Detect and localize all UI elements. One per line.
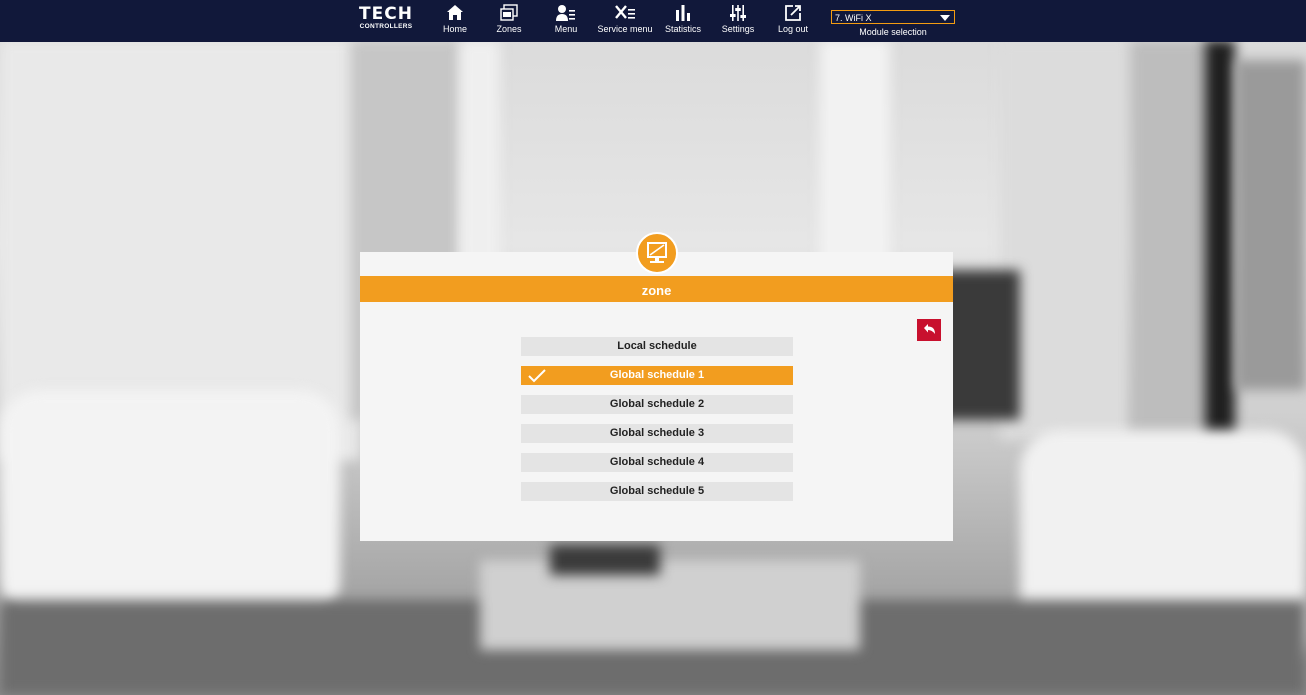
nav-service-menu[interactable]: Service menu: [597, 4, 653, 35]
monitor-icon: [636, 232, 678, 274]
nav-log-out[interactable]: Log out: [776, 4, 810, 35]
nav-log-out-label: Log out: [777, 24, 809, 34]
panel-title-bar: zone: [360, 276, 953, 302]
logout-icon: [785, 5, 801, 21]
nav-menu-label: Menu: [554, 24, 578, 34]
schedule-option-label: Global schedule 5: [609, 485, 705, 497]
schedule-option-global-1[interactable]: Global schedule 1: [521, 366, 793, 385]
schedule-option-global-5[interactable]: Global schedule 5: [521, 482, 793, 501]
checkmark-icon: [528, 369, 546, 383]
tools-icon: [615, 5, 635, 19]
nav-service-menu-label: Service menu: [597, 24, 653, 34]
nav-zones-label: Zones: [496, 24, 522, 34]
logo-name: TECH: [359, 4, 413, 24]
back-button[interactable]: [917, 319, 941, 341]
schedule-option-label: Local schedule: [617, 340, 697, 352]
nav-statistics-label: Statistics: [664, 24, 701, 34]
logo-subtitle: CONTROLLERS: [359, 23, 413, 30]
nav-menu[interactable]: Menu: [551, 4, 581, 35]
bar-chart-icon: [676, 5, 690, 21]
schedule-option-label: Global schedule 3: [609, 427, 705, 439]
user-menu-icon: [556, 5, 575, 21]
nav-zones[interactable]: Zones: [494, 4, 524, 35]
schedule-option-label: Global schedule 1: [609, 369, 705, 381]
zones-icon: [500, 4, 518, 21]
module-selection: 7. WiFi X Module selection: [831, 10, 955, 37]
panel-title: zone: [641, 283, 672, 298]
tech-logo: TECH CONTROLLERS: [356, 6, 416, 31]
schedule-option-global-2[interactable]: Global schedule 2: [521, 395, 793, 414]
home-icon: [447, 5, 463, 20]
sliders-icon: [730, 5, 746, 21]
schedule-option-global-4[interactable]: Global schedule 4: [521, 453, 793, 472]
nav-home-label: Home: [442, 24, 467, 34]
nav-home[interactable]: Home: [440, 4, 470, 35]
schedule-option-label: Global schedule 4: [609, 456, 705, 468]
nav-statistics[interactable]: Statistics: [663, 4, 703, 35]
chevron-down-icon: [940, 15, 950, 21]
nav-settings[interactable]: Settings: [720, 4, 756, 35]
schedule-option-label: Global schedule 2: [609, 398, 705, 410]
module-select-dropdown[interactable]: 7. WiFi X: [831, 10, 955, 24]
schedule-option-global-3[interactable]: Global schedule 3: [521, 424, 793, 443]
module-selected-value: 7. WiFi X: [835, 13, 872, 23]
schedule-option-local[interactable]: Local schedule: [521, 337, 793, 356]
module-selection-label: Module selection: [859, 27, 927, 37]
top-nav-bar: TECH CONTROLLERS Home Zones Menu Service…: [0, 0, 1306, 42]
back-arrow-icon: [924, 324, 935, 334]
nav-settings-label: Settings: [721, 24, 755, 34]
